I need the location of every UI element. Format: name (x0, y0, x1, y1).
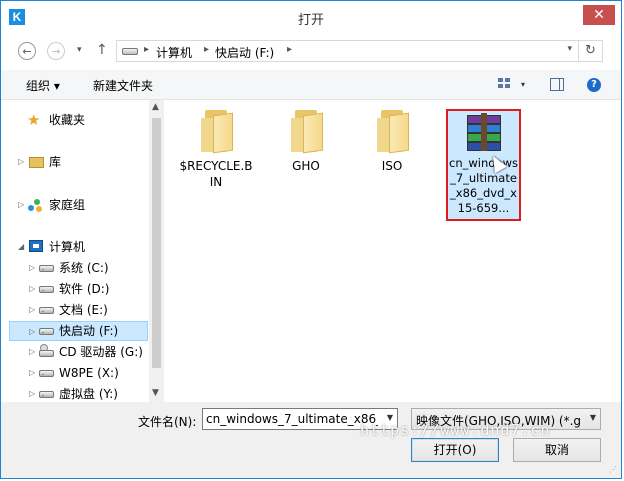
sidebar-item-drive-c[interactable]: ▷ 系统 (C:) (1, 258, 149, 278)
sidebar-item-label: 软件 (D:) (59, 282, 110, 296)
sidebar-item-label: W8PE (X:) (59, 366, 119, 380)
expand-arrow-icon[interactable]: ▷ (29, 258, 35, 278)
folder-icon (289, 110, 323, 154)
sidebar-scrollbar[interactable]: ▲ ▼ (149, 100, 164, 402)
breadcrumb-drive-f[interactable]: 快启动 (F:) (215, 44, 274, 61)
address-bar[interactable]: ▸ 计算机 ▸ 快启动 (F:) ▸ ▾ (116, 40, 579, 62)
star-icon: ★ (27, 111, 41, 129)
expand-arrow-icon[interactable]: ▷ (29, 363, 35, 383)
sidebar-item-label: 库 (49, 155, 62, 169)
library-icon (29, 157, 44, 168)
homegroup-icon (28, 199, 43, 212)
collapse-arrow-icon[interactable]: ◢ (18, 237, 24, 257)
bottom-panel: 文件名(N): cn_windows_7_ultimate_x86_dvd_x1… (1, 402, 621, 478)
file-name: ISO (381, 159, 403, 173)
expand-arrow-icon[interactable]: ▷ (29, 279, 35, 299)
sidebar-item-drive-y[interactable]: ▷ 虚拟盘 (Y:) (1, 384, 149, 402)
file-name: $RECYCLE.BIN (179, 159, 253, 189)
drive-icon (39, 328, 54, 335)
refresh-button[interactable]: ↻ (579, 40, 603, 62)
file-item-recycle-bin[interactable]: $RECYCLE.BIN (178, 106, 254, 190)
sidebar-item-drive-g[interactable]: ▷ CD 驱动器 (G:) (1, 342, 149, 362)
file-list: $RECYCLE.BIN GHO ISO cn_windows_7_ultima… (164, 100, 621, 402)
highlight-box (446, 109, 521, 221)
cd-drive-icon (39, 344, 54, 358)
expand-arrow-icon[interactable]: ▷ (29, 300, 35, 320)
file-item-iso[interactable]: ISO (354, 106, 430, 174)
back-button[interactable]: ← (18, 42, 36, 60)
chevron-down-icon[interactable]: ▾ (567, 44, 572, 54)
folder-icon (375, 110, 409, 154)
preview-pane-icon[interactable] (550, 78, 564, 91)
help-icon[interactable]: ? (587, 78, 601, 92)
toolbar: 组织 ▾ 新建文件夹 ▾ ? (1, 70, 621, 100)
computer-icon (29, 240, 43, 252)
organize-button[interactable]: 组织 ▾ (26, 77, 60, 94)
sidebar-item-label: 文档 (E:) (59, 303, 108, 317)
breadcrumb-computer[interactable]: 计算机 (156, 44, 192, 61)
chevron-down-icon[interactable]: ▼ (590, 413, 596, 422)
new-folder-button[interactable]: 新建文件夹 (93, 77, 153, 94)
sidebar-item-label: 系统 (C:) (59, 261, 109, 275)
sidebar-item-drive-x[interactable]: ▷ W8PE (X:) (1, 363, 149, 383)
drive-icon (39, 370, 54, 377)
change-view-icon[interactable] (498, 78, 512, 90)
sidebar-item-drive-d[interactable]: ▷ 软件 (D:) (1, 279, 149, 299)
open-file-dialog: K 打开 ✕ ← → ▾ ↑ ▸ 计算机 ▸ 快启动 (F:) ▸ ▾ ↻ 组织… (0, 0, 622, 479)
sidebar-item-drive-f[interactable]: ▷ 快启动 (F:) (9, 321, 148, 341)
scroll-down-icon[interactable]: ▼ (152, 388, 159, 398)
chevron-right-icon[interactable]: ▸ (287, 44, 292, 55)
expand-arrow-icon[interactable]: ▷ (29, 342, 35, 362)
navigation-pane: ★ 收藏夹 ▷ 库 ▷ 家庭组 ◢ 计算机 ▷ 系统 (C:) ▷ 软件 (D:… (1, 100, 149, 402)
watermark-text: https://www.dnd7.cn (360, 421, 551, 439)
cancel-button[interactable]: 取消 (513, 438, 601, 462)
sidebar-item-label: CD 驱动器 (G:) (59, 345, 143, 359)
file-name: GHO (292, 159, 320, 173)
drive-icon (39, 391, 54, 398)
folder-icon (199, 110, 233, 154)
resize-grip-icon[interactable]: ⋰ (609, 465, 617, 474)
dialog-title: 打开 (297, 13, 324, 28)
sidebar-item-label: 收藏夹 (49, 113, 86, 127)
sidebar-item-favorites[interactable]: ★ 收藏夹 (1, 110, 149, 130)
recent-locations-dropdown[interactable]: ▾ (77, 45, 82, 55)
drive-icon (39, 307, 54, 314)
sidebar-item-homegroup[interactable]: ▷ 家庭组 (1, 195, 149, 215)
filename-value[interactable]: cn_windows_7_ultimate_x86_dvd_x15-65907.… (206, 412, 378, 426)
sidebar-item-label: 虚拟盘 (Y:) (59, 387, 118, 401)
sidebar-item-label: 快启动 (F:) (59, 324, 119, 338)
close-button[interactable]: ✕ (583, 5, 615, 25)
expand-arrow-icon[interactable]: ▷ (18, 152, 24, 172)
up-button[interactable]: ↑ (96, 42, 108, 58)
scroll-up-icon[interactable]: ▲ (152, 102, 159, 112)
navigation-bar: ← → ▾ ↑ ▸ 计算机 ▸ 快启动 (F:) ▸ ▾ ↻ (1, 34, 621, 70)
sidebar-item-computer[interactable]: ◢ 计算机 (1, 237, 149, 257)
chevron-right-icon[interactable]: ▸ (204, 44, 209, 55)
chevron-right-icon[interactable]: ▸ (144, 44, 149, 55)
expand-arrow-icon[interactable]: ▷ (29, 384, 35, 402)
filename-label: 文件名(N): (138, 415, 197, 429)
expand-arrow-icon[interactable]: ▷ (29, 322, 35, 342)
forward-button[interactable]: → (47, 42, 65, 60)
title-bar: K 打开 ✕ (1, 1, 621, 34)
sidebar-item-label: 家庭组 (49, 198, 86, 212)
drive-icon (39, 286, 54, 293)
drive-icon (122, 48, 138, 55)
expand-arrow-icon[interactable]: ▷ (18, 195, 24, 215)
sidebar-item-libraries[interactable]: ▷ 库 (1, 152, 149, 172)
sidebar-item-label: 计算机 (49, 240, 86, 254)
content-area: ★ 收藏夹 ▷ 库 ▷ 家庭组 ◢ 计算机 ▷ 系统 (C:) ▷ 软件 (D:… (1, 100, 621, 402)
drive-icon (39, 265, 54, 272)
view-dropdown-icon[interactable]: ▾ (521, 80, 525, 89)
open-button[interactable]: 打开(O) (411, 438, 499, 462)
scrollbar-thumb[interactable] (152, 118, 161, 368)
file-item-gho[interactable]: GHO (268, 106, 344, 174)
sidebar-item-drive-e[interactable]: ▷ 文档 (E:) (1, 300, 149, 320)
